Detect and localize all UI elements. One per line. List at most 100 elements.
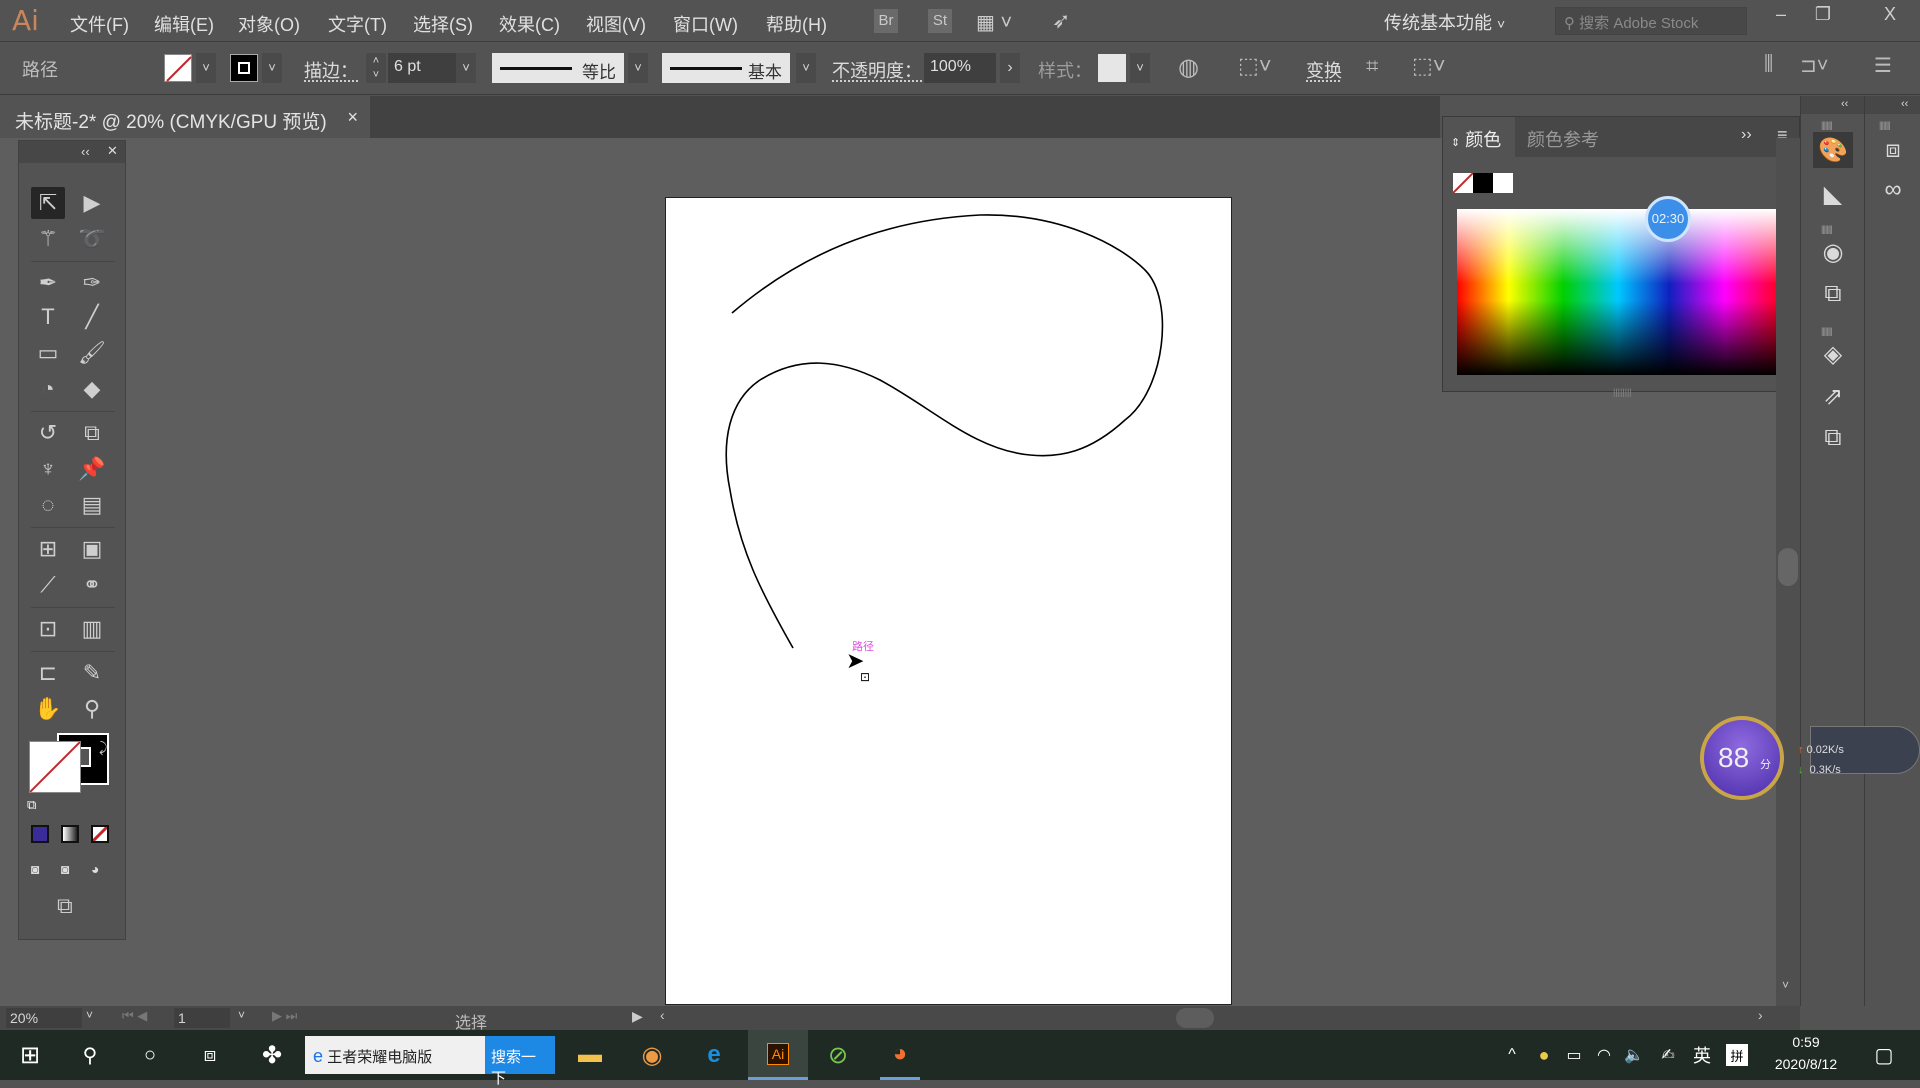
vertical-scroll-thumb[interactable] bbox=[1778, 548, 1798, 586]
stroke-weight-dropdown[interactable]: ˅ bbox=[456, 53, 476, 83]
shaper-tool[interactable]: ◔ bbox=[31, 373, 65, 405]
resize-grip[interactable]: |||||||| bbox=[1613, 387, 1632, 397]
stroke-weight-input[interactable]: 6 pt bbox=[388, 53, 456, 83]
align-to-icon[interactable]: ⬚˅ bbox=[1238, 53, 1272, 79]
transform-label[interactable]: 变换 bbox=[1306, 57, 1342, 83]
stroke-label[interactable]: 描边： bbox=[304, 57, 358, 83]
gradient-tool[interactable]: ▣ bbox=[75, 533, 109, 565]
windows-start-icon[interactable]: ⊞ bbox=[10, 1030, 50, 1080]
illustrator-taskbar-icon[interactable]: Ai bbox=[748, 1030, 808, 1080]
graphic-style-dropdown[interactable]: ˅ bbox=[1130, 53, 1150, 83]
appearance-icon[interactable]: ◉ bbox=[1813, 234, 1853, 270]
opacity-input[interactable]: 100% bbox=[924, 53, 996, 83]
fill-color-box[interactable] bbox=[29, 741, 81, 793]
scroll-right-icon[interactable]: › bbox=[1758, 1007, 1763, 1023]
artboard[interactable] bbox=[665, 197, 1232, 1005]
artboard-dropdown[interactable]: ˅ bbox=[238, 1008, 245, 1022]
symbol-sprayer-tool[interactable]: ⊡ bbox=[31, 613, 65, 645]
collapse-dock-icon[interactable]: ‹‹ bbox=[1841, 98, 1848, 110]
minimize-button[interactable]: – bbox=[1760, 0, 1802, 30]
menu-view[interactable]: 视图(V) bbox=[586, 11, 646, 37]
app-pinwheel-icon[interactable]: ✤ bbox=[252, 1030, 292, 1080]
artboard-number-field[interactable]: 1 bbox=[174, 1008, 230, 1028]
color-mode-button[interactable] bbox=[31, 825, 49, 843]
brush-dropdown[interactable]: ˅ bbox=[796, 53, 816, 83]
menu-window[interactable]: 窗口(W) bbox=[673, 11, 738, 37]
selection-tool[interactable]: ⇱ bbox=[31, 187, 65, 219]
perspective-grid-tool[interactable]: ▤ bbox=[75, 489, 109, 521]
hand-tool[interactable]: ✋ bbox=[31, 693, 65, 725]
menu-help[interactable]: 帮助(H) bbox=[766, 11, 827, 37]
menu-type[interactable]: 文字(T) bbox=[328, 11, 387, 37]
fill-dropdown[interactable]: ˅ bbox=[196, 53, 216, 83]
none-mode-button[interactable] bbox=[91, 825, 109, 843]
color-spectrum[interactable] bbox=[1457, 209, 1779, 375]
curvature-tool[interactable]: ✑ bbox=[75, 267, 109, 299]
artboards-icon[interactable]: ⧉ bbox=[1813, 420, 1853, 456]
clock-time[interactable]: 0:59 bbox=[1776, 1034, 1836, 1050]
stroke-weight-stepper[interactable]: ˄ ˅ bbox=[366, 53, 386, 83]
battery-icon[interactable]: ▭ bbox=[1562, 1030, 1586, 1080]
warp-tool[interactable]: ♆ bbox=[31, 453, 65, 485]
document-tab[interactable]: 未标题-2* @ 20% (CMYK/GPU 预览) × bbox=[0, 96, 370, 138]
ime-mode[interactable]: 拼 bbox=[1726, 1044, 1748, 1066]
direct-selection-tool[interactable]: ▶ bbox=[75, 187, 109, 219]
none-swatch[interactable] bbox=[1452, 172, 1474, 194]
search-icon[interactable]: ⚲ bbox=[70, 1030, 110, 1080]
arrange-documents-icon[interactable]: ▦ ˅ bbox=[976, 10, 1012, 35]
blend-tool[interactable]: ⚭ bbox=[75, 569, 109, 601]
draw-behind-icon[interactable]: ◙ bbox=[61, 861, 69, 877]
tab-color-guide[interactable]: 颜色参考 bbox=[1527, 126, 1599, 152]
menu-edit[interactable]: 编辑(E) bbox=[154, 11, 214, 37]
bridge-button[interactable]: Br bbox=[874, 9, 898, 33]
swap-fill-stroke-icon[interactable]: ⤸ bbox=[99, 739, 107, 756]
graphic-styles-icon[interactable]: ⧉ bbox=[1813, 276, 1853, 312]
collapse-dock-icon[interactable]: ‹‹ bbox=[1901, 98, 1908, 110]
fill-swatch[interactable] bbox=[164, 54, 192, 82]
opacity-arrow[interactable]: › bbox=[1000, 53, 1020, 83]
tray-game-icon[interactable]: ● bbox=[1532, 1030, 1556, 1080]
action-center-icon[interactable]: ▢ bbox=[1864, 1030, 1904, 1080]
clock-date[interactable]: 2020/8/12 bbox=[1766, 1056, 1846, 1072]
layers-icon[interactable]: ◈ bbox=[1813, 336, 1853, 372]
close-document-icon[interactable]: × bbox=[347, 107, 358, 128]
horizontal-scroll-thumb[interactable] bbox=[1176, 1008, 1214, 1028]
taskbar-search-box[interactable]: e 王者荣耀电脑版 bbox=[305, 1036, 485, 1074]
edge-icon[interactable]: e bbox=[694, 1030, 734, 1080]
app-green-icon[interactable]: ⊘ bbox=[818, 1030, 858, 1080]
eyedropper-tool[interactable]: ⟋ bbox=[31, 569, 65, 601]
last-artboard-icon[interactable]: ▶ ⏭ bbox=[272, 1008, 297, 1024]
draw-normal-icon[interactable]: ◙ bbox=[31, 861, 39, 877]
stock-search-input[interactable]: ⚲ 搜索 Adobe Stock bbox=[1555, 7, 1747, 35]
menu-file[interactable]: 文件(F) bbox=[70, 11, 129, 37]
artboard-tool[interactable]: ⊏ bbox=[31, 657, 65, 689]
panel-menu-icon[interactable]: ☰ bbox=[1874, 53, 1892, 78]
taskbar-search-button[interactable]: 搜索一下 bbox=[485, 1036, 555, 1087]
show-hidden-icons[interactable]: ^ bbox=[1500, 1030, 1524, 1080]
scale-tool[interactable]: ⧉ bbox=[75, 417, 109, 449]
browser-360-icon[interactable]: ◉ bbox=[632, 1030, 672, 1080]
vertical-scrollbar[interactable]: ˅ bbox=[1776, 138, 1800, 1006]
recolor-artwork-icon[interactable]: ◍ bbox=[1178, 53, 1199, 82]
line-tool[interactable]: ╱ bbox=[75, 301, 109, 333]
zoom-tool[interactable]: ⚲ bbox=[75, 693, 109, 725]
wifi-icon[interactable]: ◠ bbox=[1592, 1030, 1616, 1080]
libraries-icon[interactable]: ⧈ bbox=[1873, 132, 1913, 168]
pen-tool[interactable]: ✒ bbox=[31, 267, 65, 299]
restore-button[interactable]: ❐ bbox=[1802, 0, 1844, 30]
tab-color[interactable]: ⇕ 颜色 bbox=[1443, 117, 1515, 157]
slice-tool[interactable]: ✎ bbox=[75, 657, 109, 689]
toolbox-header[interactable]: ‹‹ ✕ bbox=[19, 141, 125, 163]
black-swatch[interactable] bbox=[1473, 173, 1493, 193]
puppet-warp-tool[interactable]: 📌 bbox=[75, 453, 109, 485]
zoom-level-field[interactable]: 20% bbox=[6, 1008, 82, 1028]
opacity-label[interactable]: 不透明度： bbox=[832, 57, 922, 83]
align-icon[interactable]: ⫼ bbox=[1764, 53, 1773, 76]
mesh-tool[interactable]: ⊞ bbox=[31, 533, 65, 565]
app-colorful-icon[interactable]: ◕ bbox=[880, 1030, 920, 1080]
collapse-icon[interactable]: ‹‹ bbox=[81, 144, 90, 159]
creative-cloud-icon[interactable]: ∞ bbox=[1873, 172, 1913, 208]
stroke-color-dropdown[interactable]: ˅ bbox=[262, 53, 282, 83]
paintbrush-tool[interactable]: 🖌 bbox=[75, 337, 109, 369]
screen-mode-icon[interactable]: ⧉ bbox=[57, 893, 73, 919]
